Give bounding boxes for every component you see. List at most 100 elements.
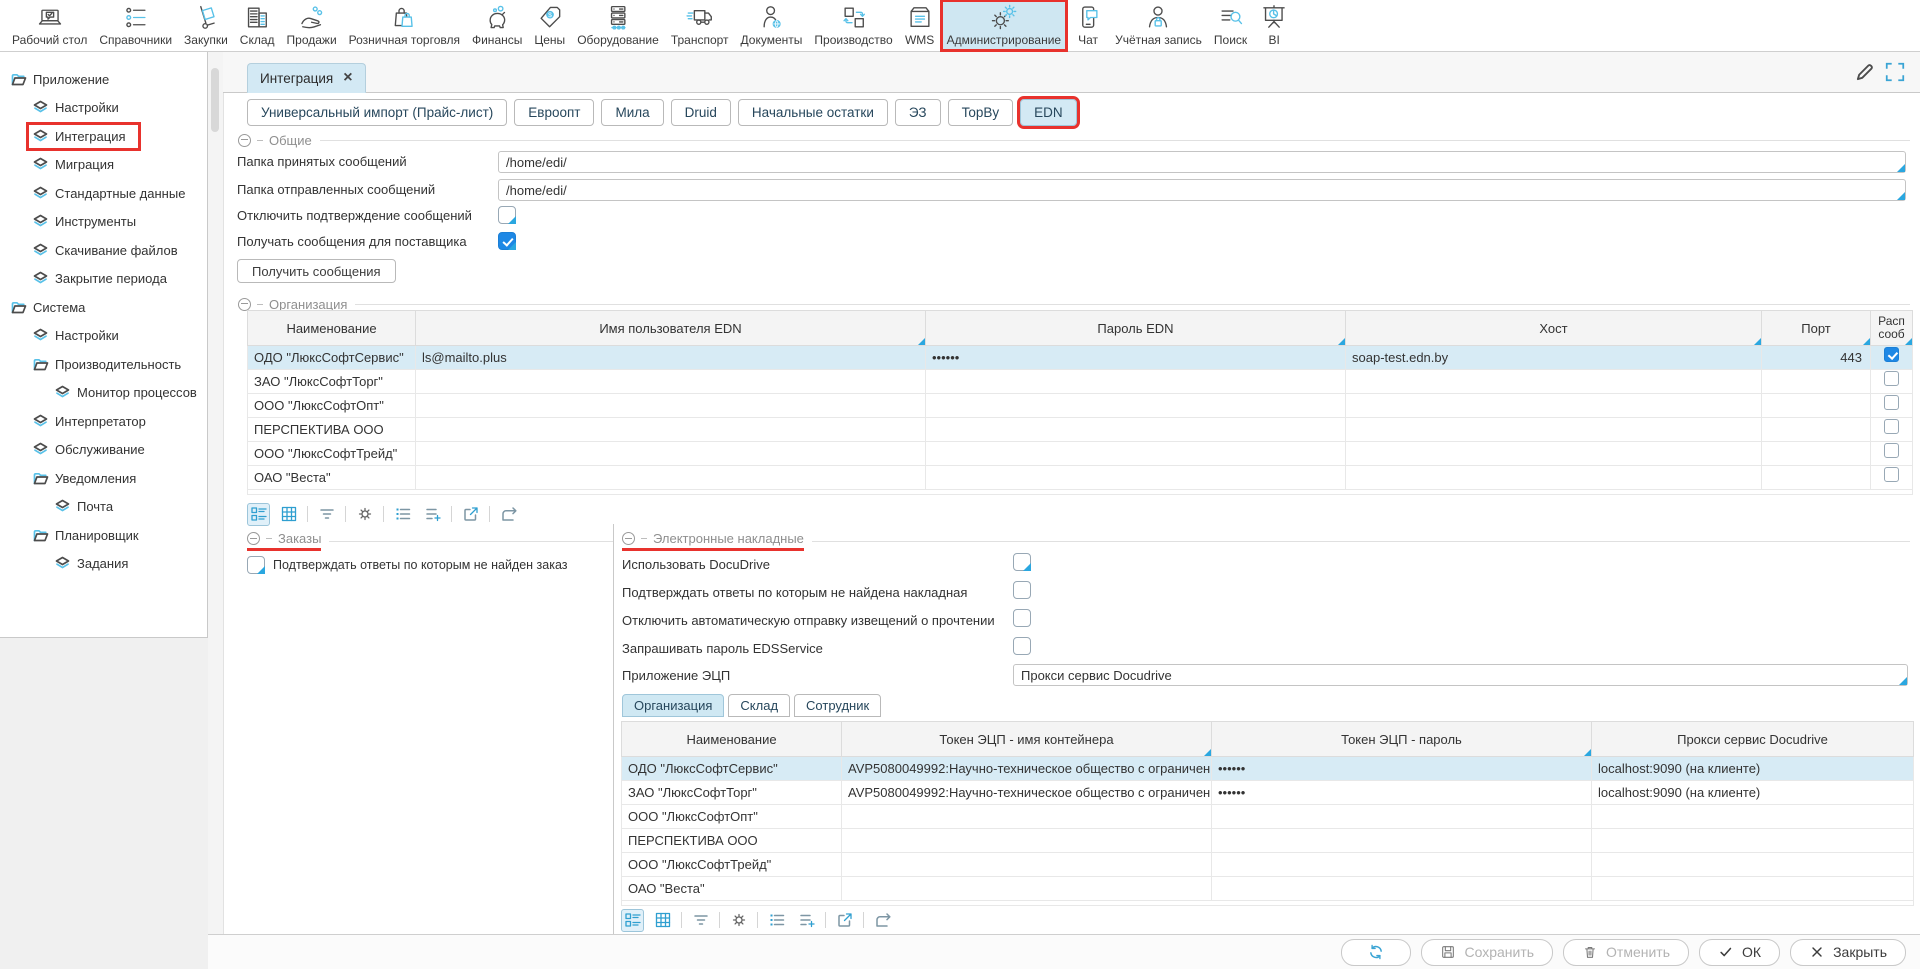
tab-organization[interactable]: Организация [622,694,724,717]
cancel-button[interactable]: Отменить [1563,939,1689,966]
view-cards-button[interactable] [621,909,644,932]
toolbar-item-purchases[interactable]: Закупки [178,0,234,51]
open-external-button[interactable] [459,503,482,526]
tab-close-icon[interactable]: × [343,70,352,86]
column-header[interactable]: Наименование [248,311,416,346]
sidebar-item-integration[interactable]: Интеграция [0,122,207,151]
subtab-evroopt[interactable]: Евроопт [514,99,594,126]
sidebar-item-system[interactable]: Система [0,293,207,322]
add-list-button[interactable] [795,909,818,932]
toolbar-item-warehouse[interactable]: Склад [234,0,281,51]
tab-employee[interactable]: Сотрудник [794,694,881,717]
column-header[interactable]: Хост [1346,311,1762,346]
column-header[interactable]: Токен ЭЦП - пароль [1212,722,1592,757]
subtab-topby[interactable]: TopBy [948,99,1014,126]
sidebar-item-migration[interactable]: Миграция [0,151,207,180]
expand-icon[interactable] [1884,61,1906,83]
sidebar-item-application[interactable]: Приложение [0,65,207,94]
column-header[interactable]: Прокси сервис Docudrive [1592,722,1914,757]
tab-warehouse[interactable]: Склад [728,694,790,717]
table-row[interactable]: ООО "ЛюксСофтОпт" [622,805,1914,829]
print-messages-checkbox[interactable] [1884,395,1899,410]
scrollbar-thumb[interactable] [211,68,219,132]
numbered-list-button[interactable] [765,909,788,932]
toolbar-item-documents[interactable]: Документы [735,0,809,51]
sidebar-item-tools[interactable]: Инструменты [0,208,207,237]
toolbar-item-transport[interactable]: Транспорт [665,0,735,51]
toolbar-item-account[interactable]: Учётная запись [1109,0,1208,51]
ok-button[interactable]: ОК [1699,939,1780,966]
add-list-button[interactable] [421,503,444,526]
sidebar-item-performance[interactable]: Производительность [0,350,207,379]
table-row[interactable]: ЗАО "ЛюксСофтТорг"AVP5080049992:Научно-т… [622,781,1914,805]
tab-integration[interactable]: Интеграция × [247,63,366,93]
reload-button[interactable] [871,909,894,932]
sidebar-item-process-monitor[interactable]: Монитор процессов [0,379,207,408]
filter-button[interactable] [315,503,338,526]
sidebar-item-period-closing[interactable]: Закрытие периода [0,265,207,294]
view-grid-button[interactable] [651,909,674,932]
table-row[interactable]: ПЕРСПЕКТИВА ООО [622,829,1914,853]
confirm-not-found-checkbox[interactable] [1013,581,1031,599]
table-row[interactable]: ООО "ЛюксСофтТрейд" [248,442,1913,466]
settings-button[interactable] [353,503,376,526]
collapse-icon[interactable] [247,532,260,545]
toolbar-item-finance[interactable]: Финансы [466,0,528,51]
column-header[interactable]: Имя пользователя EDN [416,311,926,346]
sidebar-item-settings[interactable]: Настройки [0,94,207,123]
edit-icon[interactable] [1854,61,1876,83]
disable-read-notices-checkbox[interactable] [1013,609,1031,627]
close-button[interactable]: Закрыть [1790,939,1906,966]
toolbar-item-equipment[interactable]: Оборудование [571,0,665,51]
sent-folder-input[interactable] [498,179,1906,201]
sidebar-item-notifications[interactable]: Уведомления [0,464,207,493]
collapse-icon[interactable] [238,298,251,311]
sidebar-item-interpreter[interactable]: Интерпретатор [0,407,207,436]
sidebar-item-scheduler[interactable]: Планировщик [0,521,207,550]
toolbar-item-directories[interactable]: Справочники [93,0,178,51]
subtab-mila[interactable]: Мила [601,99,663,126]
column-header[interactable]: Порт [1762,311,1871,346]
print-messages-checkbox[interactable] [1884,371,1899,386]
subtab-universal-import[interactable]: Универсальный импорт (Прайс-лист) [247,99,507,126]
sidebar-item-standard-data[interactable]: Стандартные данные [0,179,207,208]
sidebar-item-system-settings[interactable]: Настройки [0,322,207,351]
refresh-button[interactable] [1341,939,1411,966]
use-docudrive-checkbox[interactable] [1013,553,1031,571]
toolbar-item-search[interactable]: Поиск [1208,0,1253,51]
sidebar-item-mail[interactable]: Почта [0,493,207,522]
subtab-opening-balances[interactable]: Начальные остатки [738,99,888,126]
collapse-icon[interactable] [622,532,635,545]
toolbar-item-retail[interactable]: Розничная торговля [343,0,466,51]
column-header[interactable]: Расп сооб [1871,311,1913,346]
table-row[interactable]: ОДО "ЛюксСофтСервис"AVP5080049992:Научно… [622,757,1914,781]
sidebar-item-maintenance[interactable]: Обслуживание [0,436,207,465]
left-scroll-strip[interactable] [208,52,224,934]
confirm-no-order-checkbox[interactable] [247,556,265,574]
print-messages-checkbox[interactable] [1884,467,1899,482]
subtab-edn[interactable]: EDN [1020,99,1077,126]
signature-app-input[interactable] [1013,664,1908,686]
print-messages-checkbox[interactable] [1884,443,1899,458]
save-button[interactable]: Сохранить [1421,939,1553,966]
view-grid-button[interactable] [277,503,300,526]
receive-for-supplier-checkbox[interactable] [498,232,516,250]
subtab-druid[interactable]: Druid [671,99,731,126]
print-messages-checkbox[interactable] [1884,419,1899,434]
toolbar-item-wms[interactable]: WMS [899,0,941,51]
toolbar-item-production[interactable]: Производство [808,0,898,51]
toolbar-item-sales[interactable]: Продажи [281,0,343,51]
column-header[interactable]: Токен ЭЦП - имя контейнера [842,722,1212,757]
table-row[interactable]: ОДО "ЛюксСофтСервис"ls@mailto.plus •••••… [248,346,1913,370]
subtab-ez[interactable]: ЭЗ [895,99,941,126]
table-row[interactable]: ЗАО "ЛюксСофтТорг" [248,370,1913,394]
filter-button[interactable] [689,909,712,932]
print-messages-checkbox[interactable] [1884,347,1899,362]
ask-password-checkbox[interactable] [1013,637,1031,655]
toolbar-item-prices[interactable]: $ Цены [528,0,571,51]
numbered-list-button[interactable] [391,503,414,526]
toolbar-item-desktop[interactable]: Рабочий стол [6,0,93,51]
received-folder-input[interactable] [498,151,1906,173]
sidebar-item-file-download[interactable]: Скачивание файлов [0,236,207,265]
open-external-button[interactable] [833,909,856,932]
